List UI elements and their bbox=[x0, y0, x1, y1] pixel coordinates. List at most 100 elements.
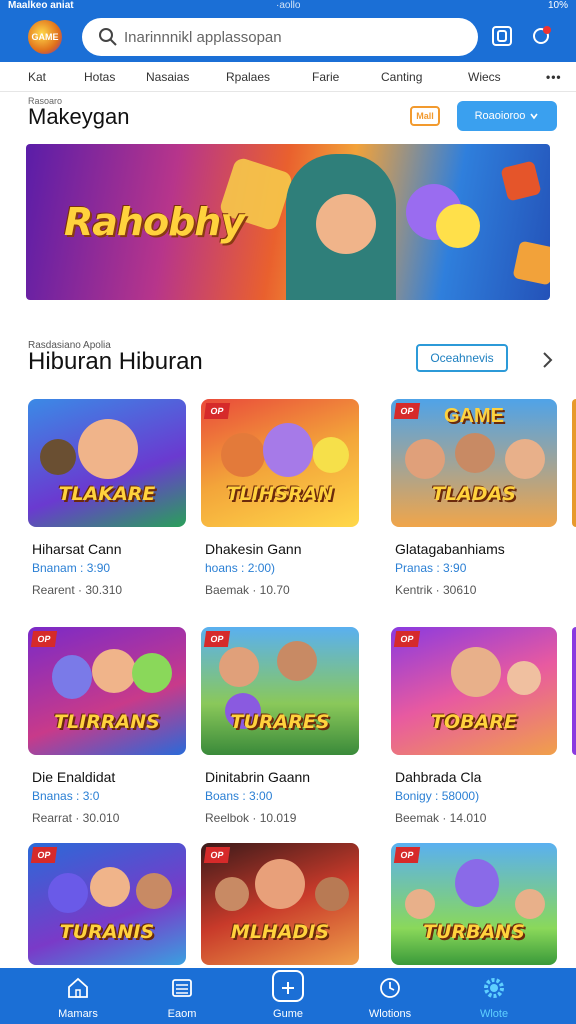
game-meta-primary: Bnanas : 3:0 bbox=[32, 789, 100, 803]
game-name: Dahbrada Cla bbox=[395, 769, 482, 785]
game-thumbnail: OP TURANIS bbox=[28, 843, 186, 965]
thumb-character bbox=[455, 433, 495, 473]
nav-item-history[interactable]: Wlotions bbox=[350, 968, 430, 1024]
game-thumbnail: OP TOBARE bbox=[391, 627, 557, 755]
nav-label: Gume bbox=[273, 1008, 303, 1020]
thumb-title: TLADAS bbox=[432, 483, 516, 505]
mall-badge-button[interactable]: Mall bbox=[410, 106, 440, 126]
thumb-creature bbox=[221, 433, 265, 477]
thumb-character bbox=[255, 859, 305, 909]
thumb-creature bbox=[52, 655, 92, 699]
thumb-character bbox=[92, 649, 136, 693]
banner-title: Rahobhy bbox=[64, 200, 245, 244]
status-center: ·aollo bbox=[276, 0, 301, 11]
nav-item-settings[interactable]: Wlote bbox=[454, 968, 534, 1024]
section-title: Hiburan Hiburan bbox=[28, 348, 203, 375]
thumb-creature bbox=[132, 653, 172, 693]
thumb-character bbox=[136, 873, 172, 909]
chevron-right-icon[interactable] bbox=[540, 350, 556, 370]
search-input[interactable] bbox=[124, 26, 464, 48]
thumb-creature bbox=[455, 859, 499, 907]
thumb-title: TURARES bbox=[230, 711, 330, 733]
app-logo-text: GAME bbox=[31, 32, 59, 42]
bottom-navigation: Mamars Eaom Gume Wlotions Wlote bbox=[0, 968, 576, 1024]
game-meta-secondary: Reelbok · 10.019 bbox=[205, 811, 297, 825]
game-meta-secondary: Rearent · 30.310 bbox=[32, 583, 123, 597]
thumb-creature bbox=[40, 439, 76, 475]
status-carrier: Maalkeo aniat bbox=[8, 0, 74, 11]
thumb-character bbox=[515, 889, 545, 919]
tab-rpalaes[interactable]: Rpalaes bbox=[226, 70, 270, 84]
category-tabs: Kat Hotas Nasaias Rpalaes Farie Canting … bbox=[0, 64, 576, 92]
game-name: Dinitabrin Gaann bbox=[205, 769, 311, 785]
app-logo[interactable]: GAME bbox=[28, 20, 62, 54]
game-meta-primary: hoans : 2:00) bbox=[205, 561, 276, 575]
status-bar: Maalkeo aniat ·aollo 10% bbox=[0, 0, 576, 12]
thumb-title: TURANIS bbox=[59, 921, 155, 943]
tab-wiecs[interactable]: Wiecs bbox=[468, 70, 501, 84]
search-bar[interactable] bbox=[82, 18, 478, 56]
next-card-peek[interactable] bbox=[572, 627, 576, 755]
see-more-button[interactable]: Oceahnevis bbox=[416, 344, 508, 372]
nav-item-games[interactable]: Gume bbox=[248, 968, 328, 1024]
game-meta-primary: Pranas : 3:90 bbox=[395, 561, 467, 575]
thumb-character bbox=[405, 439, 445, 479]
nav-item-list[interactable]: Eaom bbox=[142, 968, 222, 1024]
search-icon bbox=[99, 28, 117, 46]
game-name: Hiharsat Cann bbox=[32, 541, 122, 557]
profile-icon[interactable] bbox=[491, 25, 513, 47]
tab-farie[interactable]: Farie bbox=[312, 70, 339, 84]
more-tabs-button[interactable]: ••• bbox=[546, 70, 562, 84]
thumb-title: TLAKARE bbox=[58, 483, 156, 505]
game-thumbnail: OP GAME TLADAS bbox=[391, 399, 557, 527]
thumb-corner-badge: OP bbox=[393, 631, 421, 647]
banner-creature-yellow bbox=[436, 204, 480, 248]
thumb-character bbox=[90, 867, 130, 907]
chevron-down-icon bbox=[530, 113, 539, 120]
clock-icon bbox=[380, 978, 400, 998]
thumb-corner-badge: OP bbox=[30, 631, 58, 647]
thumb-character bbox=[277, 641, 317, 681]
game-thumbnail: OP MLHADIS bbox=[201, 843, 359, 965]
tab-hotas[interactable]: Hotas bbox=[84, 70, 115, 84]
primary-dropdown-button[interactable]: Roaoioroo bbox=[457, 101, 557, 131]
thumb-creature bbox=[48, 873, 88, 913]
thumb-title: MLHADIS bbox=[230, 921, 330, 943]
game-meta-secondary: Baemak · 10.70 bbox=[205, 583, 290, 597]
thumb-character bbox=[507, 661, 541, 695]
game-name: Die Enaldidat bbox=[32, 769, 116, 785]
nav-label: Mamars bbox=[58, 1008, 98, 1020]
notification-icon[interactable] bbox=[530, 25, 552, 47]
thumb-character bbox=[219, 647, 259, 687]
game-meta-primary: Boans : 3:00 bbox=[205, 789, 273, 803]
hero-banner[interactable]: Rahobhy bbox=[26, 144, 550, 300]
banner-die-red bbox=[500, 160, 542, 202]
thumb-character bbox=[405, 889, 435, 919]
primary-button-label: Roaoioroo bbox=[474, 110, 526, 122]
banner-die-orange bbox=[512, 240, 550, 286]
tab-nasaias[interactable]: Nasaias bbox=[146, 70, 189, 84]
game-thumbnail: OP TLIHSRAN bbox=[201, 399, 359, 527]
banner-character-face bbox=[316, 194, 376, 254]
thumb-character bbox=[315, 877, 349, 911]
nav-item-home[interactable]: Mamars bbox=[38, 968, 118, 1024]
see-more-label: Oceahnevis bbox=[430, 351, 494, 365]
game-meta-secondary: Rearrat · 30.010 bbox=[32, 811, 120, 825]
game-meta-secondary: Beemak · 14.010 bbox=[395, 811, 487, 825]
tab-kat[interactable]: Kat bbox=[28, 70, 46, 84]
game-thumbnail: TLAKARE bbox=[28, 399, 186, 527]
nav-label: Wlote bbox=[479, 1008, 509, 1020]
thumb-character bbox=[451, 647, 501, 697]
gamepad-icon bbox=[282, 982, 294, 994]
game-thumbnail: OP TURBANS bbox=[391, 843, 557, 965]
thumb-top-word: GAME bbox=[444, 405, 504, 427]
app-header: Maalkeo aniat ·aollo 10% GAME bbox=[0, 0, 576, 62]
thumb-corner-badge: OP bbox=[203, 847, 231, 863]
thumb-title: TLIHSRAN bbox=[226, 483, 334, 505]
status-battery: 10% bbox=[547, 0, 568, 11]
next-card-peek[interactable] bbox=[572, 399, 576, 527]
mall-badge-label: Mall bbox=[416, 111, 434, 121]
gear-icon bbox=[484, 978, 504, 998]
tab-canting[interactable]: Canting bbox=[381, 70, 422, 84]
game-meta-secondary: Kentrik · 30610 bbox=[395, 583, 477, 597]
